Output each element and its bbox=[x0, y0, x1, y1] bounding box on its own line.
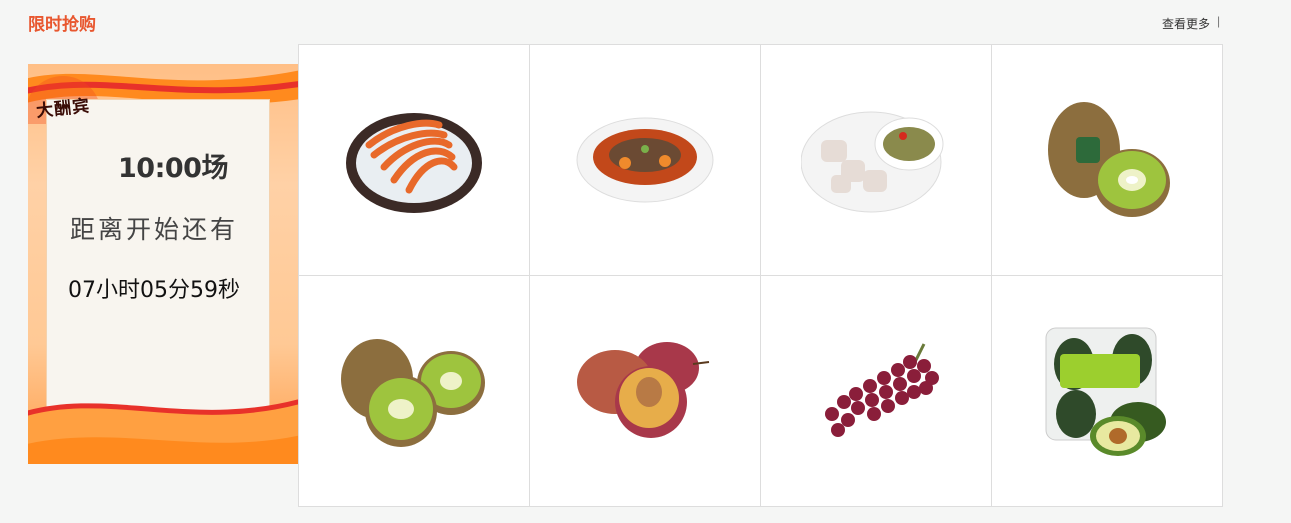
product-tile[interactable] bbox=[530, 45, 761, 276]
header-separator: | bbox=[1217, 14, 1221, 28]
product-tile[interactable] bbox=[761, 45, 992, 276]
product-tile[interactable] bbox=[761, 276, 992, 507]
grapes-image bbox=[825, 343, 939, 437]
view-more-link[interactable]: 查看更多 bbox=[1162, 15, 1210, 32]
shrimp-platter-image bbox=[346, 113, 482, 213]
avocado-pack-image bbox=[1045, 327, 1166, 456]
plums-image bbox=[577, 342, 710, 438]
section-title: 限时抢购 bbox=[28, 15, 96, 35]
session-time: 10:00场 bbox=[118, 153, 228, 184]
product-tile[interactable] bbox=[992, 45, 1223, 276]
stew-bowl-image bbox=[576, 117, 714, 203]
kiwi-with-label-image bbox=[1048, 102, 1170, 217]
product-tile[interactable] bbox=[299, 45, 530, 276]
fish-and-sauce-plate-image bbox=[801, 111, 944, 213]
ribbon-decoration-bottom bbox=[28, 399, 298, 464]
countdown-timer: 07小时05分59秒 bbox=[68, 278, 240, 303]
flash-sale-banner[interactable]: 大酬宾 10:00场 距离开始还有 07小时05分59秒 bbox=[28, 64, 298, 464]
product-tile[interactable] bbox=[299, 276, 530, 507]
product-tile[interactable] bbox=[530, 276, 761, 507]
product-tile[interactable] bbox=[992, 276, 1223, 507]
until-label: 距离开始还有 bbox=[70, 215, 239, 244]
kiwi-fruits-image bbox=[341, 339, 485, 447]
product-grid bbox=[298, 44, 1223, 507]
